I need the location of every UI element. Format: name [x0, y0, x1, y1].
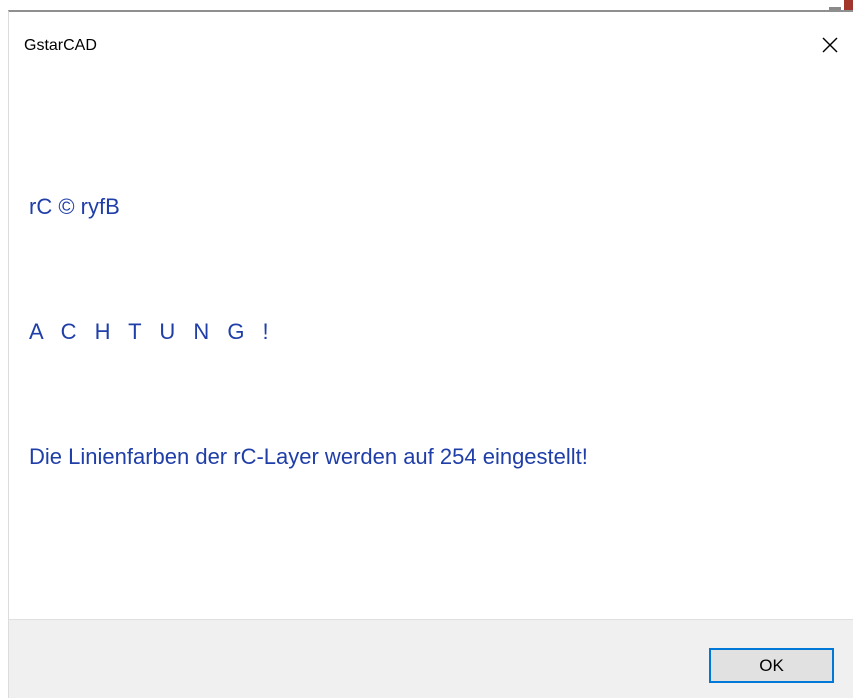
message-area: rC © ryfB A C H T U N G ! Die Linienfarb…	[9, 66, 853, 619]
message-dialog: GstarCAD rC © ryfB A C H T U N G ! Die L…	[8, 10, 853, 698]
title-bar[interactable]: GstarCAD	[9, 12, 853, 66]
button-bar: OK	[9, 619, 853, 698]
message-line-info: Die Linienfarben der rC-Layer werden auf…	[29, 444, 588, 469]
close-icon	[821, 36, 839, 54]
close-button[interactable]	[807, 24, 853, 66]
message-line-warning: A C H T U N G !	[29, 319, 275, 344]
screen: GstarCAD rC © ryfB A C H T U N G ! Die L…	[0, 0, 853, 698]
ok-button[interactable]: OK	[709, 648, 834, 683]
dialog-title: GstarCAD	[24, 37, 97, 54]
message-line-credit: rC © ryfB	[29, 194, 120, 219]
